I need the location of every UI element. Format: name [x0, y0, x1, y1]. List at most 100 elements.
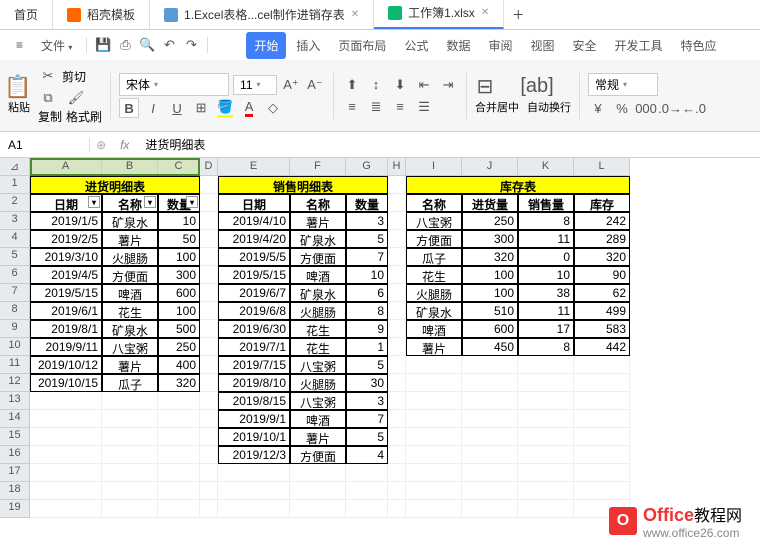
cell[interactable]: 320	[574, 248, 630, 266]
wrap-icon[interactable]: [ab]	[527, 77, 547, 97]
cell[interactable]: 499	[574, 302, 630, 320]
cell[interactable]: 2019/2/5	[30, 230, 102, 248]
fill-color-button[interactable]: 🪣	[215, 98, 235, 118]
cell[interactable]: 8	[518, 338, 574, 356]
cell[interactable]	[388, 500, 406, 518]
cell[interactable]: 2019/7/15	[218, 356, 290, 374]
cell[interactable]: 2019/5/15	[218, 266, 290, 284]
cell[interactable]	[200, 230, 218, 248]
tab-insert[interactable]: 插入	[288, 32, 328, 59]
cell[interactable]	[102, 410, 158, 428]
fx-dropdown-icon[interactable]: ⊕	[90, 138, 112, 152]
row-header[interactable]: 16	[0, 446, 30, 464]
col-header[interactable]: I	[406, 158, 462, 176]
format-select[interactable]: 常规▾	[588, 73, 658, 96]
cell[interactable]: 2019/8/1	[30, 320, 102, 338]
cell[interactable]: 583	[574, 320, 630, 338]
row-header[interactable]: 7	[0, 284, 30, 302]
cell[interactable]	[388, 284, 406, 302]
cell[interactable]: 0	[518, 248, 574, 266]
cell[interactable]: 2019/7/1	[218, 338, 290, 356]
close-icon[interactable]: ✕	[481, 7, 489, 18]
cell[interactable]: 450	[462, 338, 518, 356]
cell[interactable]	[290, 482, 346, 500]
cell[interactable]	[406, 392, 462, 410]
row-header[interactable]: 6	[0, 266, 30, 284]
cell[interactable]	[218, 482, 290, 500]
cell[interactable]	[346, 500, 388, 518]
cell[interactable]: 方便面	[290, 446, 346, 464]
cell[interactable]: 9	[346, 320, 388, 338]
cell[interactable]: 矿泉水	[102, 320, 158, 338]
formula-input[interactable]: 进货明细表	[137, 136, 213, 153]
cell[interactable]: 250	[158, 338, 200, 356]
col-header[interactable]: J	[462, 158, 518, 176]
cell[interactable]: 库存表	[406, 176, 630, 194]
cell[interactable]: 300	[158, 266, 200, 284]
cell[interactable]: 花生	[406, 266, 462, 284]
cell[interactable]	[30, 464, 102, 482]
cut-button[interactable]: ✂剪切	[38, 66, 102, 86]
save-icon[interactable]: 💾	[93, 35, 113, 55]
cell[interactable]	[200, 320, 218, 338]
cell[interactable]: 7	[346, 410, 388, 428]
cell[interactable]	[388, 392, 406, 410]
tab-review[interactable]: 审阅	[480, 32, 520, 59]
cell[interactable]	[574, 410, 630, 428]
cell[interactable]	[158, 446, 200, 464]
cell[interactable]	[518, 410, 574, 428]
format-painter-button[interactable]: 🖌格式刷	[66, 88, 102, 125]
cell[interactable]	[200, 266, 218, 284]
cell[interactable]	[518, 356, 574, 374]
cell[interactable]: 2019/9/11	[30, 338, 102, 356]
merge-icon[interactable]: ⊟	[475, 77, 495, 97]
filter-icon[interactable]: ▾	[186, 196, 198, 208]
cell[interactable]: 8	[518, 212, 574, 230]
cell[interactable]	[388, 428, 406, 446]
cell[interactable]: 5	[346, 356, 388, 374]
col-header[interactable]: A	[30, 158, 102, 176]
col-header[interactable]: G	[346, 158, 388, 176]
cell[interactable]: 花生	[102, 302, 158, 320]
cell[interactable]: 242	[574, 212, 630, 230]
decrease-font-icon[interactable]: A⁻	[305, 75, 325, 95]
cell[interactable]: 2019/1/5	[30, 212, 102, 230]
preview-icon[interactable]: 🔍	[137, 35, 157, 55]
cell[interactable]: 11	[518, 302, 574, 320]
cell[interactable]: 八宝粥	[406, 212, 462, 230]
cell[interactable]	[388, 230, 406, 248]
cell[interactable]: 510	[462, 302, 518, 320]
cell[interactable]: 库存	[574, 194, 630, 212]
cell[interactable]	[158, 428, 200, 446]
cell[interactable]: 日期	[218, 194, 290, 212]
cell[interactable]: 2019/6/8	[218, 302, 290, 320]
align-middle-icon[interactable]: ↕	[366, 75, 386, 95]
cell[interactable]: 320	[462, 248, 518, 266]
cell[interactable]: 7	[346, 248, 388, 266]
cell[interactable]: 2019/8/15	[218, 392, 290, 410]
cell[interactable]	[200, 392, 218, 410]
col-header[interactable]: C	[158, 158, 200, 176]
cell[interactable]	[102, 428, 158, 446]
cell[interactable]: 289	[574, 230, 630, 248]
copy-button[interactable]: ⧉复制	[38, 88, 62, 125]
cell[interactable]	[462, 428, 518, 446]
cell[interactable]: 3	[346, 212, 388, 230]
cell[interactable]	[30, 410, 102, 428]
cell[interactable]	[518, 374, 574, 392]
cell[interactable]	[158, 410, 200, 428]
cell[interactable]: 数量▾	[158, 194, 200, 212]
cell[interactable]	[388, 320, 406, 338]
align-top-icon[interactable]: ⬆	[342, 75, 362, 95]
cell[interactable]: 2019/8/10	[218, 374, 290, 392]
cell[interactable]: 2019/6/30	[218, 320, 290, 338]
cell[interactable]: 矿泉水	[406, 302, 462, 320]
cell[interactable]: 300	[462, 230, 518, 248]
cell[interactable]: 10	[158, 212, 200, 230]
cell[interactable]: 62	[574, 284, 630, 302]
cell[interactable]: 火腿肠	[406, 284, 462, 302]
cell[interactable]	[102, 500, 158, 518]
cell[interactable]: 名称▾	[102, 194, 158, 212]
cell[interactable]	[462, 464, 518, 482]
cell[interactable]	[30, 392, 102, 410]
